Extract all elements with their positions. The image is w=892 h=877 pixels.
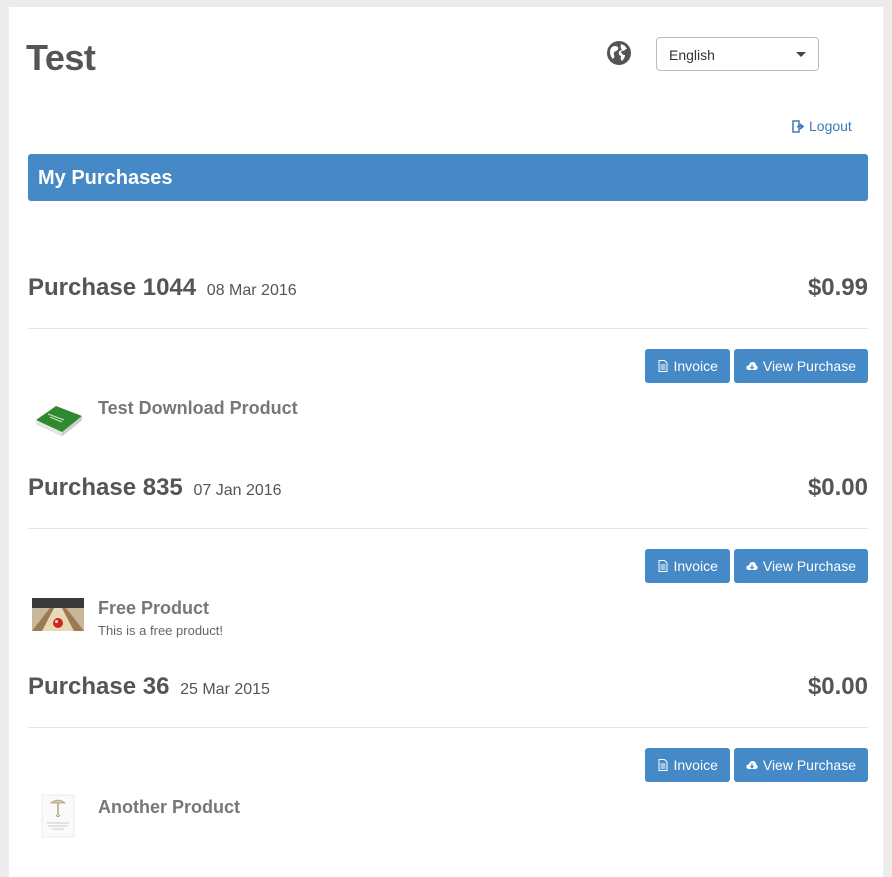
purchase-date: 25 Mar 2015 xyxy=(180,681,270,698)
view-purchase-label: View Purchase xyxy=(762,757,856,773)
purchase-actions: Invoice View Purchase xyxy=(644,748,868,782)
document-icon xyxy=(658,560,667,572)
purchase-item: Purchase 835 07 Jan 2016 $0.00 Invoice V… xyxy=(28,462,868,638)
view-purchase-button[interactable]: View Purchase xyxy=(733,349,868,383)
invoice-label: Invoice xyxy=(673,358,718,374)
purchase-total: $0.00 xyxy=(807,673,868,700)
my-purchases-banner: My Purchases xyxy=(28,154,868,201)
purchase-header: Purchase 36 25 Mar 2015 $0.00 xyxy=(28,661,868,728)
purchase-number: Purchase 835 xyxy=(28,474,183,501)
invoice-label: Invoice xyxy=(673,558,718,574)
invoice-button[interactable]: Invoice xyxy=(644,349,730,383)
sign-out-icon xyxy=(792,119,805,133)
purchase-date: 08 Mar 2016 xyxy=(206,282,297,299)
language-selected-value: English xyxy=(669,47,715,63)
language-select[interactable]: English xyxy=(656,37,819,71)
purchase-title: Purchase 36 25 Mar 2015 xyxy=(28,673,270,701)
purchase-actions: Invoice View Purchase xyxy=(644,549,868,583)
purchase-date: 07 Jan 2016 xyxy=(193,482,282,499)
product-name[interactable]: Free Product xyxy=(98,598,209,619)
product-description: This is a free product! xyxy=(98,623,223,638)
purchase-number: Purchase 1044 xyxy=(28,274,197,301)
logout-label: Logout xyxy=(809,118,852,134)
green-book-thumbnail xyxy=(36,406,82,436)
bowling-lane-thumbnail xyxy=(32,598,84,631)
view-purchase-button[interactable]: View Purchase xyxy=(733,748,868,782)
logout-link[interactable]: Logout xyxy=(792,118,852,134)
globe-icon xyxy=(607,41,631,65)
invoice-button[interactable]: Invoice xyxy=(644,549,730,583)
banner-title: My Purchases xyxy=(38,167,173,189)
product-row: Test Download Product xyxy=(28,398,868,448)
cloud-download-icon xyxy=(746,562,758,570)
purchase-total: $0.00 xyxy=(807,474,868,501)
booklet-thumbnail xyxy=(41,794,75,838)
invoice-button[interactable]: Invoice xyxy=(644,748,730,782)
purchase-header: Purchase 1044 08 Mar 2016 $0.99 xyxy=(28,262,868,329)
purchase-number: Purchase 36 xyxy=(28,673,170,700)
view-purchase-label: View Purchase xyxy=(762,558,856,574)
cloud-download-icon xyxy=(746,362,758,370)
site-title[interactable]: Test xyxy=(26,37,96,79)
purchase-title: Purchase 1044 08 Mar 2016 xyxy=(28,274,297,302)
purchase-actions: Invoice View Purchase xyxy=(644,349,868,383)
view-purchase-button[interactable]: View Purchase xyxy=(733,549,868,583)
view-purchase-label: View Purchase xyxy=(762,358,856,374)
invoice-label: Invoice xyxy=(673,757,718,773)
product-row: Another Product xyxy=(28,794,868,847)
document-icon xyxy=(658,759,667,771)
purchase-total: $0.99 xyxy=(807,274,868,301)
product-name[interactable]: Test Download Product xyxy=(98,398,298,419)
product-name[interactable]: Another Product xyxy=(98,797,240,818)
purchase-item: Purchase 1044 08 Mar 2016 $0.99 Invoice … xyxy=(28,262,868,436)
caret-down-icon xyxy=(796,52,806,57)
page-card: Test English Logout My Purchases Purchas… xyxy=(9,7,883,877)
purchase-title: Purchase 835 07 Jan 2016 xyxy=(28,474,282,502)
purchase-header: Purchase 835 07 Jan 2016 $0.00 xyxy=(28,462,868,529)
product-row: Free Product This is a free product! xyxy=(28,598,868,648)
document-icon xyxy=(658,360,667,372)
purchase-item: Purchase 36 25 Mar 2015 $0.00 Invoice Vi… xyxy=(28,661,868,838)
cloud-download-icon xyxy=(746,761,758,769)
